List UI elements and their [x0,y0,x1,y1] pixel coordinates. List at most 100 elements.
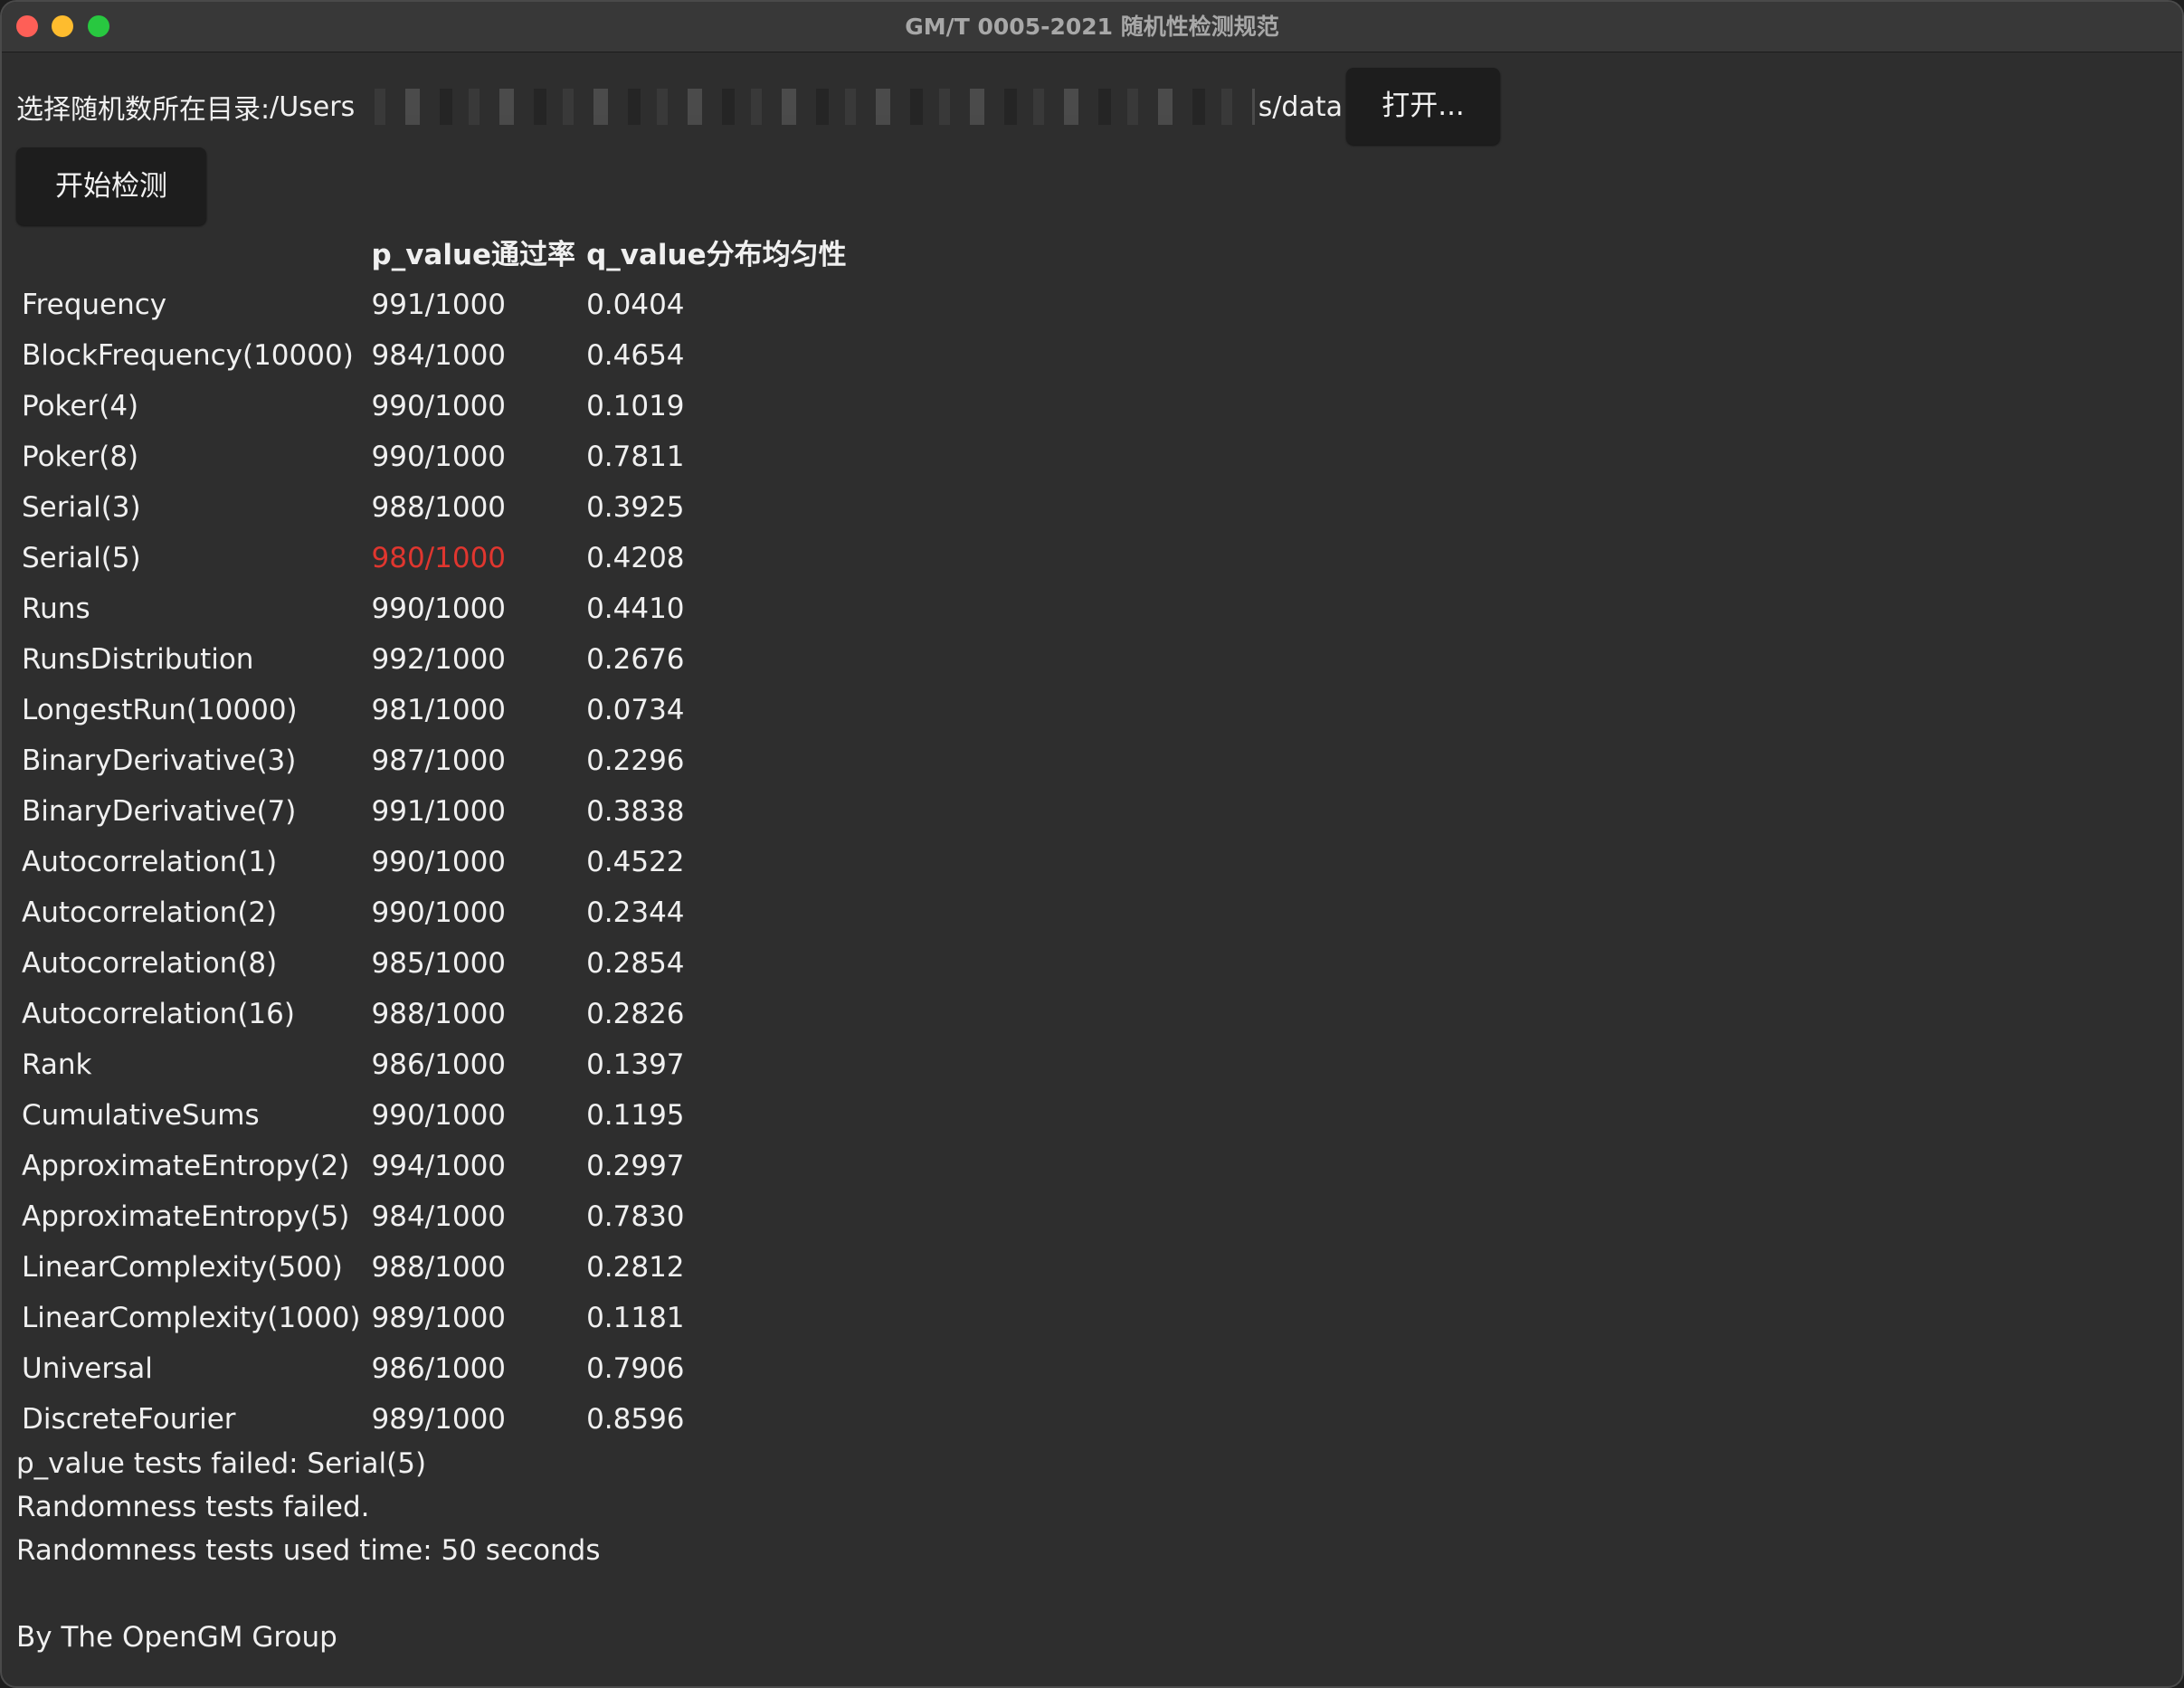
test-name-cell: Runs [22,593,90,625]
p-value-cell: 987/1000 [371,744,507,777]
p-value-cell: 980/1000 [371,542,507,574]
test-name-cell: Autocorrelation(1) [22,846,278,878]
q-value-cell: 0.2997 [586,1150,685,1182]
header-p-value: p_value通过率 [371,238,576,271]
failed-tests-text: p_value tests failed: Serial(5) [16,1447,427,1480]
test-name-cell: Autocorrelation(16) [22,998,295,1030]
q-value-cell: 0.8596 [586,1403,685,1436]
test-name-cell: Rank [22,1048,92,1081]
test-name-cell: Universal [22,1352,153,1385]
p-value-cell: 988/1000 [371,1251,507,1284]
q-value-cell: 0.7811 [586,441,685,473]
p-value-cell: 991/1000 [371,289,507,321]
table-row: DiscreteFourier 989/1000 0.8596 [16,1394,852,1445]
app-window: GM/T 0005-2021 随机性检测规范 选择随机数所在目录: /Users… [0,0,2184,1688]
p-value-cell: 991/1000 [371,795,507,828]
test-name-cell: LongestRun(10000) [22,694,298,726]
q-value-cell: 0.4654 [586,339,685,372]
test-name-cell: LinearComplexity(1000) [22,1302,361,1334]
table-row: Autocorrelation(16) 988/1000 0.2826 [16,989,852,1039]
p-value-cell: 990/1000 [371,441,507,473]
table-row: LinearComplexity(1000) 989/1000 0.1181 [16,1293,852,1343]
q-value-cell: 0.2812 [586,1251,685,1284]
q-value-cell: 0.2344 [586,896,685,929]
start-test-button[interactable]: 开始检测 [16,147,206,225]
p-value-cell: 990/1000 [371,593,507,625]
results-table: p_value通过率 q_value分布均匀性 Frequency 991/100… [16,223,852,1445]
table-row: BlockFrequency(10000) 984/1000 0.4654 [16,330,852,381]
q-value-cell: 0.1181 [586,1302,685,1334]
p-value-cell: 981/1000 [371,694,507,726]
p-value-cell: 990/1000 [371,1099,507,1132]
p-value-cell: 986/1000 [371,1352,507,1385]
q-value-cell: 0.4410 [586,593,685,625]
table-row: ApproximateEntropy(2) 994/1000 0.2997 [16,1141,852,1191]
table-row: Frequency 991/1000 0.0404 [16,280,852,330]
q-value-cell: 0.3838 [586,795,685,828]
test-name-cell: BlockFrequency(10000) [22,339,354,372]
p-value-cell: 985/1000 [371,947,507,980]
table-header-row: p_value通过率 q_value分布均匀性 [16,223,852,280]
directory-path-suffix: s/data [1258,90,1343,123]
q-value-cell: 0.3925 [586,491,685,524]
q-value-cell: 0.2854 [586,947,685,980]
test-name-cell: Poker(4) [22,390,139,422]
q-value-cell: 0.1195 [586,1099,685,1132]
table-row: CumulativeSums 990/1000 0.1195 [16,1090,852,1141]
test-name-cell: Serial(3) [22,491,141,524]
table-row: Rank 986/1000 0.1397 [16,1039,852,1090]
p-value-cell: 992/1000 [371,643,507,676]
q-value-cell: 0.0404 [586,289,685,321]
p-value-cell: 984/1000 [371,339,507,372]
q-value-cell: 0.1397 [586,1048,685,1081]
test-name-cell: Poker(8) [22,441,139,473]
table-row: Autocorrelation(1) 990/1000 0.4522 [16,837,852,887]
p-value-cell: 994/1000 [371,1150,507,1182]
test-name-cell: BinaryDerivative(7) [22,795,297,828]
q-value-cell: 0.1019 [586,390,685,422]
p-value-cell: 988/1000 [371,491,507,524]
p-value-cell: 984/1000 [371,1200,507,1233]
title-bar: GM/T 0005-2021 随机性检测规范 [2,2,2182,52]
directory-row: 选择随机数所在目录: /Users s/data [16,80,1343,134]
table-row: Serial(5) 980/1000 0.4208 [16,533,852,583]
p-value-cell: 990/1000 [371,896,507,929]
open-directory-button[interactable]: 打开... [1346,68,1500,145]
table-row: BinaryDerivative(3) 987/1000 0.2296 [16,735,852,786]
test-name-cell: CumulativeSums [22,1099,260,1132]
test-name-cell: Serial(5) [22,542,141,574]
table-row: Poker(8) 990/1000 0.7811 [16,431,852,482]
directory-label: 选择随机数所在目录: [16,94,271,126]
table-row: RunsDistribution 992/1000 0.2676 [16,634,852,685]
table-row: ApproximateEntropy(5) 984/1000 0.7830 [16,1191,852,1242]
header-q-value: q_value分布均匀性 [586,238,847,271]
table-row: Runs 990/1000 0.4410 [16,583,852,634]
table-row: Poker(4) 990/1000 0.1019 [16,381,852,431]
p-value-cell: 988/1000 [371,998,507,1030]
p-value-cell: 989/1000 [371,1302,507,1334]
directory-path: /Users s/data [270,89,1343,125]
test-name-cell: BinaryDerivative(3) [22,744,297,777]
test-name-cell: ApproximateEntropy(5) [22,1200,350,1233]
redacted-path-segment [358,89,1255,125]
directory-path-prefix: /Users [270,90,356,123]
test-name-cell: DiscreteFourier [22,1403,236,1436]
q-value-cell: 0.2296 [586,744,685,777]
q-value-cell: 0.2676 [586,643,685,676]
p-value-cell: 989/1000 [371,1403,507,1436]
table-row: Serial(3) 988/1000 0.3925 [16,482,852,533]
elapsed-time-text: Randomness tests used time: 50 seconds [16,1534,601,1567]
test-name-cell: RunsDistribution [22,643,254,676]
credit-text: By The OpenGM Group [16,1621,337,1654]
test-name-cell: Autocorrelation(8) [22,947,278,980]
table-row: LinearComplexity(500) 988/1000 0.2812 [16,1242,852,1293]
test-name-cell: LinearComplexity(500) [22,1251,343,1284]
q-value-cell: 0.0734 [586,694,685,726]
result-status-text: Randomness tests failed. [16,1491,370,1523]
q-value-cell: 0.2826 [586,998,685,1030]
header-test-name [16,223,366,280]
table-row: BinaryDerivative(7) 991/1000 0.3838 [16,786,852,837]
p-value-cell: 990/1000 [371,390,507,422]
window-title: GM/T 0005-2021 随机性检测规范 [905,14,1279,40]
q-value-cell: 0.7906 [586,1352,685,1385]
